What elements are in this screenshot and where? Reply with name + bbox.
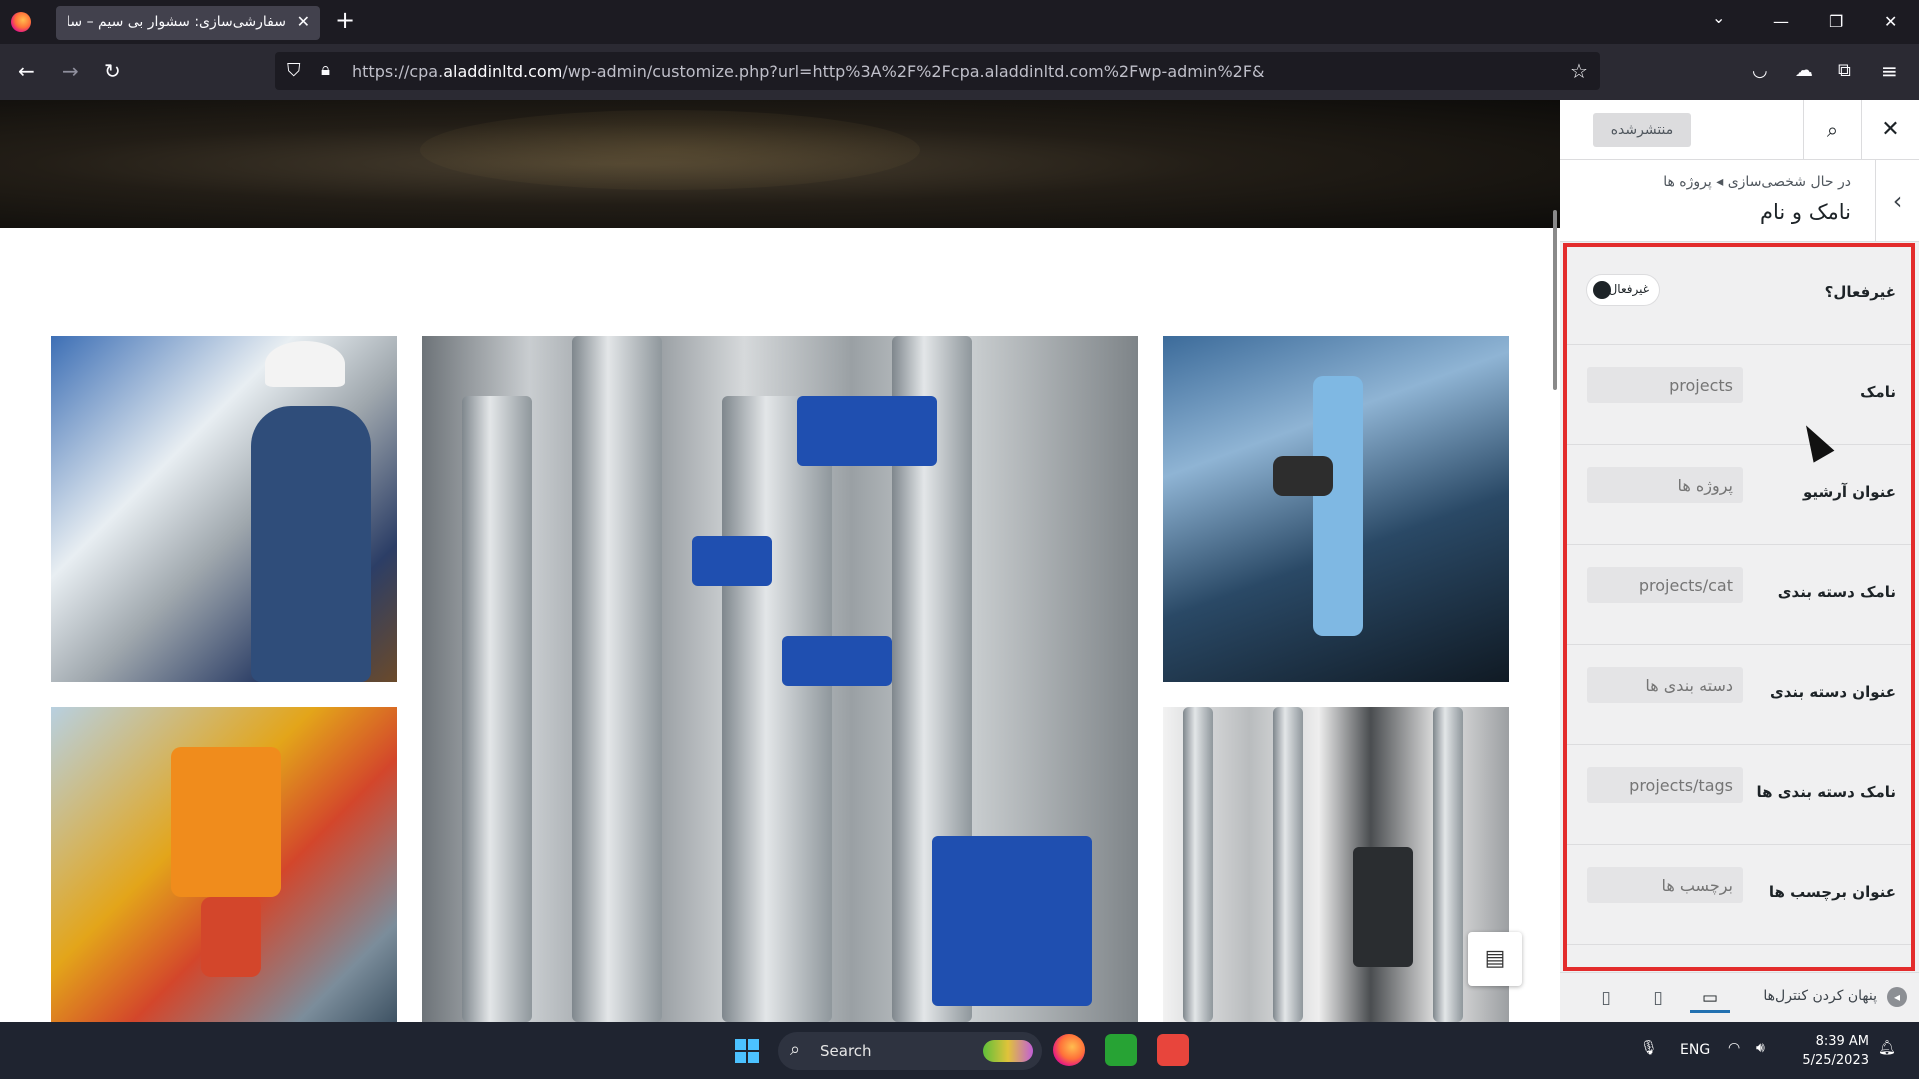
- notification-icon[interactable]: 🔔︎: [1878, 1040, 1896, 1056]
- pipes-photo: [422, 336, 1138, 1022]
- date: 5/25/2023: [1802, 1053, 1869, 1068]
- worker-photo: [51, 336, 397, 682]
- tablet-icon[interactable]: ▯: [1638, 983, 1678, 1013]
- taskbar-search[interactable]: ⌕ Search: [778, 1032, 1042, 1070]
- desktop-icon[interactable]: ▭: [1690, 983, 1730, 1013]
- windows-start-icon[interactable]: [735, 1039, 759, 1063]
- menu-icon[interactable]: ≡: [1881, 60, 1898, 82]
- url-text[interactable]: https://cpa.aladdinltd.com/wp-admin/cust…: [352, 62, 1265, 81]
- window-close-icon[interactable]: ✕: [1884, 12, 1897, 31]
- preview-scrollbar[interactable]: [1553, 210, 1557, 390]
- section-title: نامک و نام: [1759, 200, 1851, 224]
- breadcrumb: در حال شخصی‌سازی ◂ پروژه ها: [1663, 174, 1851, 190]
- robot-arm-photo: [1163, 336, 1509, 682]
- taskbar: ⌕ Search 🎙︎ ENG ◠ 🔊︎ 8:39 AM 5/25/2023 🔔…: [0, 1022, 1919, 1079]
- extension-icon[interactable]: ☁: [1795, 60, 1813, 82]
- firefox-taskbar-icon[interactable]: [1053, 1034, 1085, 1066]
- industrial-robot-photo: [51, 707, 397, 1022]
- mobile-icon[interactable]: ▯: [1586, 983, 1626, 1013]
- search-icon[interactable]: ⌕: [1803, 100, 1861, 160]
- time: 8:39 AM: [1815, 1034, 1869, 1049]
- close-icon[interactable]: ✕: [1861, 100, 1919, 160]
- url-prefix: https://cpa.: [352, 62, 444, 81]
- search-icon: ⌕: [790, 1039, 801, 1060]
- customizer-footer: ◂ پنهان کردن کنترل‌ها ▭ ▯ ▯: [1560, 972, 1919, 1022]
- language-indicator[interactable]: ENG: [1680, 1042, 1710, 1058]
- recorder-icon[interactable]: [1157, 1034, 1189, 1066]
- wifi-icon[interactable]: ◠: [1728, 1040, 1740, 1056]
- tab-close-icon[interactable]: ✕: [297, 12, 310, 31]
- shield-icon[interactable]: ⛉: [287, 60, 301, 81]
- browser-tab[interactable]: سفارشی‌سازی: سشوار بی سیم – سایت ✕: [56, 6, 320, 40]
- new-tab-button[interactable]: +: [335, 8, 355, 32]
- chat-icon[interactable]: ▤: [1468, 932, 1522, 986]
- url-bar[interactable]: ⛉ 🔒︎ https://cpa.aladdinltd.com/wp-admin…: [275, 52, 1600, 90]
- water-system-photo: [1163, 707, 1509, 1022]
- customizer-header: ✕ ⌕ منتشرشده: [1560, 100, 1919, 160]
- hide-controls-button[interactable]: پنهان کردن کنترل‌ها: [1763, 988, 1877, 1004]
- hide-controls-icon[interactable]: ◂: [1887, 987, 1907, 1007]
- customizer-panel: ✕ ⌕ منتشرشده › در حال شخصی‌سازی ◂ پروژه …: [1560, 100, 1919, 1022]
- browser-nav-bar: ← → ↻ ⛉ 🔒︎ https://cpa.aladdinltd.com/wp…: [0, 44, 1919, 100]
- tab-title: سفارشی‌سازی: سشوار بی سیم – سایت: [68, 14, 286, 30]
- clock[interactable]: 8:39 AM 5/25/2023: [1795, 1032, 1869, 1070]
- camtasia-icon[interactable]: [1105, 1034, 1137, 1066]
- site-preview[interactable]: ▤: [0, 100, 1560, 1022]
- chevron-left-icon[interactable]: ›: [1875, 160, 1919, 242]
- highlight-box: [1563, 243, 1915, 971]
- puzzle-icon[interactable]: ⧉: [1838, 60, 1851, 82]
- forward-icon[interactable]: →: [62, 60, 79, 82]
- hero-banner: [0, 100, 1560, 228]
- reload-icon[interactable]: ↻: [104, 60, 121, 82]
- browser-tab-bar: سفارشی‌سازی: سشوار بی سیم – سایت ✕ + ⌄ —…: [0, 0, 1919, 44]
- minimize-icon[interactable]: —: [1773, 12, 1789, 31]
- url-domain: aladdinltd.com: [443, 62, 563, 81]
- publish-button[interactable]: منتشرشده: [1593, 113, 1691, 147]
- taskbar-search-label: Search: [820, 1042, 872, 1060]
- volume-icon[interactable]: 🔊︎: [1756, 1040, 1765, 1056]
- restore-icon[interactable]: ❐: [1829, 12, 1843, 31]
- list-all-tabs-icon[interactable]: ⌄: [1712, 8, 1725, 27]
- lock-icon[interactable]: 🔒︎: [321, 60, 330, 80]
- back-icon[interactable]: ←: [18, 60, 35, 82]
- microphone-icon[interactable]: 🎙︎: [1640, 1040, 1658, 1056]
- search-highlight-icon: [983, 1040, 1033, 1062]
- pocket-icon[interactable]: ◡: [1752, 60, 1768, 82]
- url-path: /wp-admin/customize.php?url=http%3A%2F%2…: [562, 62, 1265, 81]
- section-header: › در حال شخصی‌سازی ◂ پروژه ها نامک و نام: [1560, 160, 1919, 242]
- firefox-logo-icon: [11, 12, 31, 32]
- star-icon[interactable]: ☆: [1570, 59, 1588, 83]
